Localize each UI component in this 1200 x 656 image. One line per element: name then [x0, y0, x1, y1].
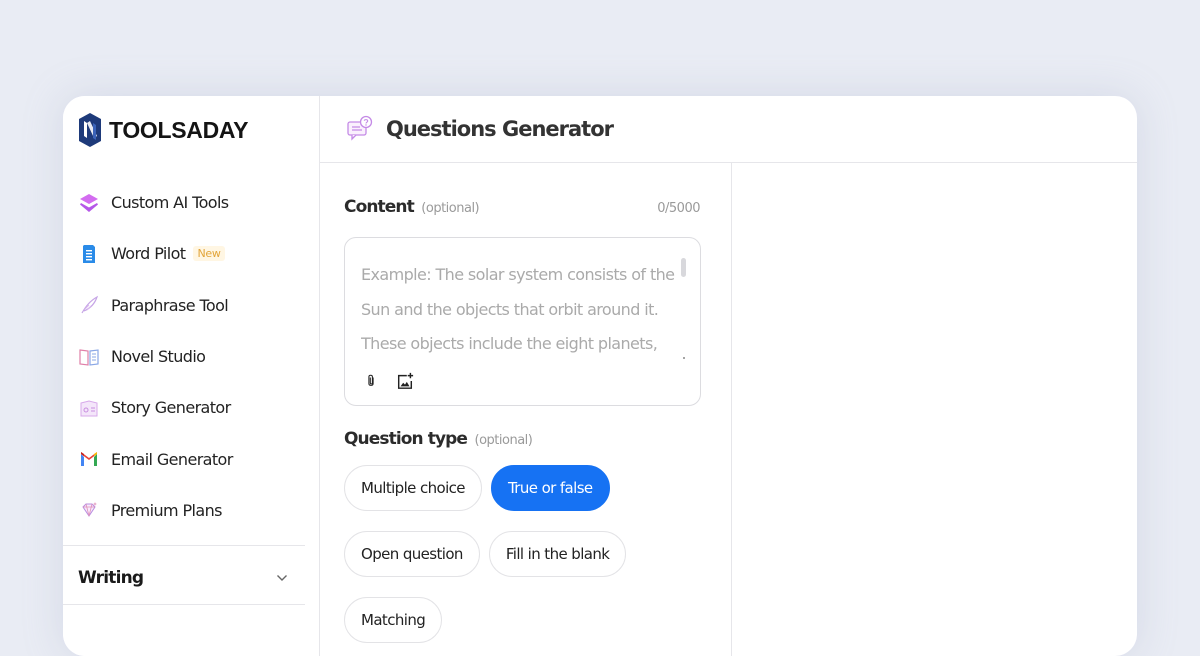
question-type-fill-in-the-blank[interactable]: Fill in the blank [488, 531, 627, 577]
new-badge: New [193, 246, 225, 262]
sidebar-nav: Custom AI Tools Word Pilot New Paraphras… [63, 177, 319, 536]
output-panel [732, 163, 1137, 656]
sidebar-item-word-pilot[interactable]: Word Pilot New [63, 228, 319, 279]
page-title: Questions Generator [386, 117, 614, 141]
layers-icon [78, 192, 100, 214]
app-window: TOOLSADAY Custom AI Tools Word Pilot New… [63, 96, 1137, 656]
textarea-scrollbar[interactable] [681, 258, 686, 277]
attach-file-button[interactable] [361, 370, 381, 392]
add-image-icon [397, 372, 414, 389]
book-icon [78, 346, 100, 368]
gmail-icon [78, 448, 100, 470]
sidebar-item-story-generator[interactable]: Story Generator [63, 382, 319, 433]
content-label: Content [344, 197, 415, 217]
toolsaday-logo-icon [79, 113, 101, 147]
sidebar-item-novel-studio[interactable]: Novel Studio [63, 331, 319, 382]
resize-handle-icon[interactable] [682, 356, 686, 360]
brand-name: TOOLSADAY [109, 116, 249, 143]
paperclip-icon [368, 374, 374, 386]
sidebar-item-paraphrase-tool[interactable]: Paraphrase Tool [63, 280, 319, 331]
diamond-icon [78, 499, 100, 521]
textarea-toolbar [361, 370, 415, 392]
brand-logo[interactable]: TOOLSADAY [78, 112, 248, 148]
question-type-optional-hint: (optional) [474, 433, 533, 448]
question-type-multiple-choice[interactable]: Multiple choice [344, 465, 482, 511]
sidebar-item-email-generator[interactable]: Email Generator [63, 433, 319, 484]
sidebar-item-premium-plans[interactable]: Premium Plans [63, 485, 319, 536]
chevron-down-icon [277, 575, 287, 581]
question-type-label-row: Question type (optional) [344, 429, 700, 449]
storybook-icon [78, 397, 100, 419]
sidebar-item-custom-ai-tools[interactable]: Custom AI Tools [63, 177, 319, 228]
character-counter: 0/5000 [657, 201, 700, 216]
section-title-writing: Writing [78, 568, 144, 588]
content-input-box [344, 237, 701, 406]
content-optional-hint: (optional) [421, 201, 480, 216]
sidebar: TOOLSADAY Custom AI Tools Word Pilot New… [63, 96, 320, 656]
question-type-label: Question type [344, 429, 468, 449]
question-type-matching[interactable]: Matching [344, 597, 443, 643]
feather-icon [78, 294, 100, 316]
form-panel: Content (optional) 0/5000 Example: The s… [320, 163, 732, 656]
question-type-true-or-false[interactable]: True or false [490, 465, 610, 511]
add-image-button[interactable] [395, 370, 415, 392]
question-type-options: Multiple choice True or false Open quest… [344, 465, 704, 643]
sidebar-divider [63, 604, 305, 605]
content-textarea[interactable] [361, 258, 681, 363]
document-icon [78, 243, 100, 265]
sidebar-divider [63, 545, 305, 546]
page-header: Questions Generator [320, 96, 1137, 163]
section-writing-toggle[interactable]: Writing [78, 558, 288, 598]
question-type-open-question[interactable]: Open question [344, 531, 480, 577]
chat-question-icon [347, 115, 373, 141]
content-label-row: Content (optional) 0/5000 [344, 197, 700, 217]
main-area: Questions Generator Content (optional) 0… [320, 96, 1137, 656]
